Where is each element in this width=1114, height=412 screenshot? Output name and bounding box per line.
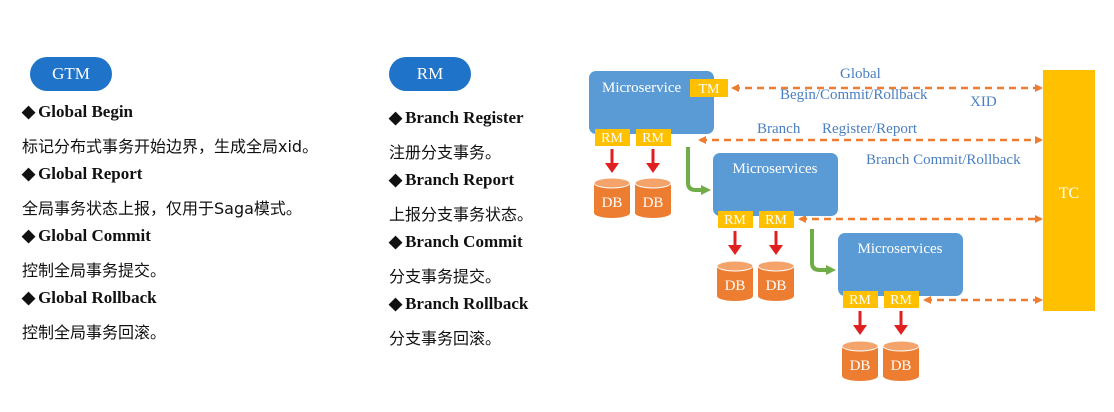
red-arrow-head [728,245,742,255]
green-arrow [810,229,836,275]
rm-tag-label: RM [601,131,623,146]
architecture-diagram: TC Global Begin/Commit/Rollback XID Bran… [589,66,1095,381]
red-arrow-head [853,325,867,335]
rm-tag-label: RM [890,293,912,308]
red-arrow-head [646,163,660,173]
svg-text:DB: DB [891,358,912,374]
label-global: Global [840,66,881,82]
green-arrow [686,147,711,195]
label-branch-commit-rollback: Branch Commit/Rollback [866,152,1021,168]
rm-tag-label: RM [724,213,746,228]
db-cylinder: DB [841,340,879,381]
svg-text:DB: DB [850,358,871,374]
svg-text:DB: DB [643,195,664,211]
label-begin-commit-rollback: Begin/Commit/Rollback [780,87,928,103]
label-branch: Branch [757,121,801,137]
svg-text:DB: DB [602,195,623,211]
label-register-report: Register/Report [822,121,918,137]
microservice-label: Microservices [733,161,818,177]
svg-text:DB: DB [766,278,787,294]
label-xid: XID [970,94,997,110]
tm-label: TM [699,82,721,97]
db-cylinder: DB [882,340,920,381]
db-cylinder: DB [716,260,754,301]
tc-label: TC [1059,185,1079,202]
rm-tag-label: RM [642,131,664,146]
microservice-label: Microservices [858,241,943,257]
db-cylinder: DB [593,177,631,218]
microservice-label: Microservice [602,80,681,96]
red-arrow-head [769,245,783,255]
rm-tag-label: RM [849,293,871,308]
db-cylinder: DB [757,260,795,301]
red-arrow-head [894,325,908,335]
svg-text:DB: DB [725,278,746,294]
db-cylinder: DB [634,177,672,218]
red-arrow-head [605,163,619,173]
rm-tag-label: RM [765,213,787,228]
